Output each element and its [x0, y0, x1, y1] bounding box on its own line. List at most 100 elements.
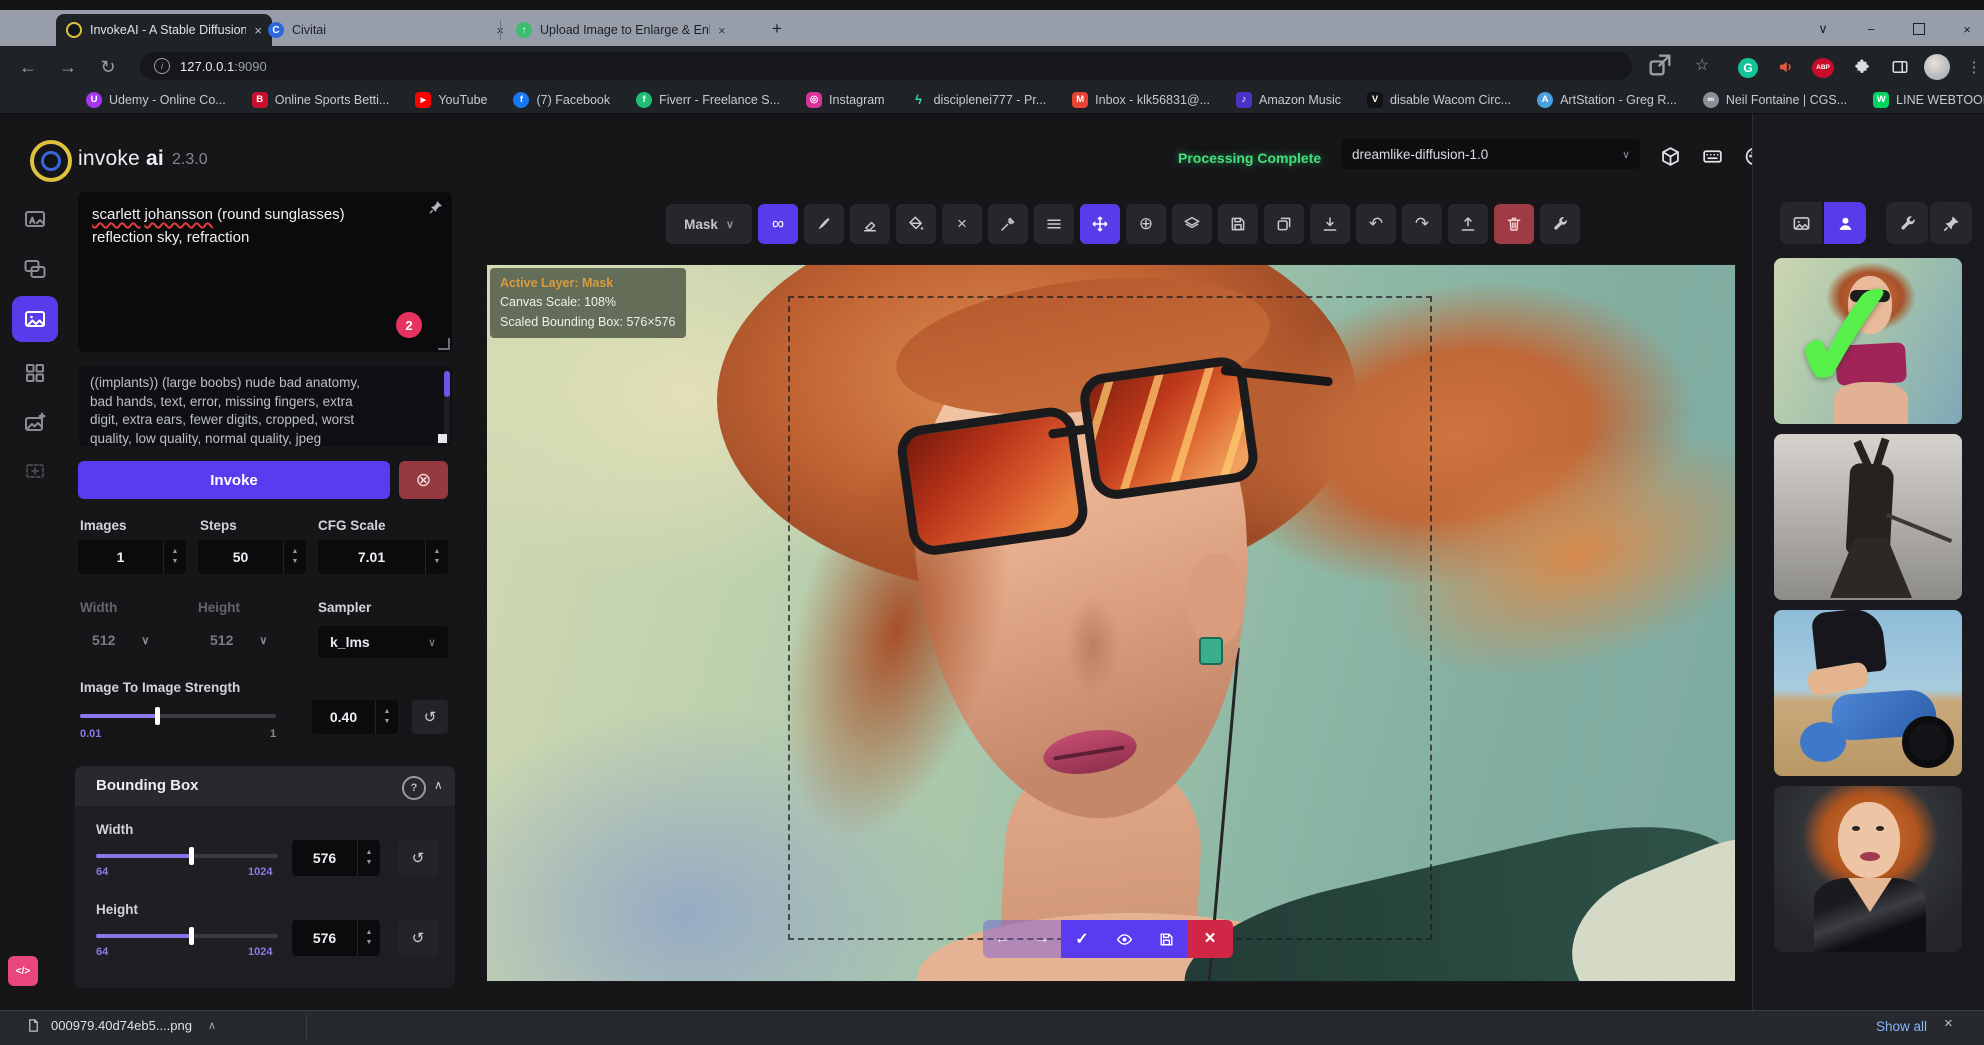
- sampler-select[interactable]: k_lms∨: [318, 626, 448, 658]
- step-down-icon[interactable]: ▼: [384, 717, 391, 727]
- reload-icon[interactable]: ↻: [94, 54, 122, 80]
- download-item[interactable]: 000979.40d74eb5....png ∧: [26, 1016, 216, 1035]
- step-down-icon[interactable]: ▼: [292, 557, 299, 567]
- extensions-puzzle-icon[interactable]: [1848, 54, 1876, 80]
- scrollbar-thumb[interactable]: [444, 371, 450, 397]
- tab-text-to-image[interactable]: [12, 196, 58, 242]
- forward-icon[interactable]: →: [54, 54, 82, 80]
- collapse-chevron-icon[interactable]: ∧: [434, 778, 443, 792]
- new-tab-button[interactable]: +: [760, 18, 794, 40]
- gallery-thumbnail-selected[interactable]: ✓: [1774, 258, 1962, 424]
- prompt-resize-handle[interactable]: [438, 338, 450, 350]
- bookmark-neil-fontaine[interactable]: ∞Neil Fontaine | CGS...: [1703, 92, 1847, 108]
- volume-extension-icon[interactable]: [1772, 54, 1800, 80]
- reset-view-button[interactable]: ⊕: [1126, 204, 1166, 244]
- bookmark-facebook[interactable]: f(7) Facebook: [513, 92, 610, 108]
- negative-resize-handle[interactable]: [438, 434, 447, 443]
- undo-button[interactable]: ↶: [1356, 204, 1396, 244]
- abp-extension-icon[interactable]: ABP: [1812, 58, 1834, 78]
- height-select[interactable]: 512∨: [210, 632, 267, 648]
- bbox-width-stepper[interactable]: ▲▼: [357, 840, 380, 876]
- clear-mask-button[interactable]: ×: [942, 204, 982, 244]
- bookmark-amazon-music[interactable]: ♪Amazon Music: [1236, 92, 1341, 108]
- profile-avatar[interactable]: [1924, 54, 1950, 80]
- share-icon[interactable]: [1646, 52, 1674, 78]
- images-input[interactable]: 1▲▼: [78, 540, 186, 574]
- bookmark-wacom[interactable]: Vdisable Wacom Circ...: [1367, 92, 1511, 108]
- tab-nodes[interactable]: [12, 350, 58, 396]
- strength-reset-button[interactable]: ↺: [412, 700, 448, 734]
- step-up-icon[interactable]: ▲: [384, 707, 391, 717]
- move-tool-button[interactable]: [1080, 204, 1120, 244]
- tab-post-processing[interactable]: [12, 400, 58, 446]
- next-image-button[interactable]: →: [1022, 920, 1061, 958]
- bbox-width-reset-button[interactable]: ↺: [398, 840, 438, 876]
- bbox-width-slider-thumb[interactable]: [189, 847, 194, 865]
- tab-image-to-image[interactable]: [12, 246, 58, 292]
- minimize-button[interactable]: −: [1854, 18, 1888, 40]
- color-picker-tool-button[interactable]: [988, 204, 1028, 244]
- strength-slider-thumb[interactable]: [155, 707, 160, 725]
- close-button[interactable]: ×: [1950, 18, 1984, 40]
- save-to-gallery-button[interactable]: [1218, 204, 1258, 244]
- bookmark-instagram[interactable]: ◎Instagram: [806, 92, 885, 108]
- grammarly-extension-icon[interactable]: G: [1738, 58, 1758, 78]
- upload-button[interactable]: [1448, 204, 1488, 244]
- copy-to-clipboard-button[interactable]: [1264, 204, 1304, 244]
- tab-invokeai[interactable]: InvokeAI - A Stable Diffusion Too ×: [56, 14, 272, 46]
- gallery-thumbnail[interactable]: [1774, 610, 1962, 776]
- gallery-settings-wrench-button[interactable]: [1886, 202, 1928, 244]
- restore-button[interactable]: [1902, 18, 1936, 40]
- bbox-width-input[interactable]: 576▲▼: [292, 840, 380, 876]
- bookmark-fiverr[interactable]: fFiverr - Freelance S...: [636, 92, 780, 108]
- mask-toggle-button[interactable]: ∞: [758, 204, 798, 244]
- bookmark-inbox[interactable]: MInbox - klk56831@...: [1072, 92, 1210, 108]
- model-select[interactable]: dreamlike-diffusion-1.0 ∨: [1342, 139, 1640, 169]
- step-up-icon[interactable]: ▲: [434, 547, 441, 557]
- images-stepper[interactable]: ▲▼: [163, 540, 186, 574]
- step-down-icon[interactable]: ▼: [434, 557, 441, 567]
- steps-stepper[interactable]: ▲▼: [283, 540, 306, 574]
- chevron-up-icon[interactable]: ∧: [208, 1019, 216, 1032]
- show-all-link[interactable]: Show all: [1876, 1019, 1927, 1034]
- bookmark-sports[interactable]: BOnline Sports Betti...: [252, 92, 390, 108]
- merge-layers-button[interactable]: [1172, 204, 1212, 244]
- gallery-thumbnail[interactable]: [1774, 786, 1962, 952]
- fill-tool-button[interactable]: [896, 204, 936, 244]
- steps-input[interactable]: 50▲▼: [198, 540, 306, 574]
- tab-close-icon[interactable]: ×: [718, 23, 726, 38]
- help-icon[interactable]: ?: [402, 776, 426, 800]
- bookmark-star-icon[interactable]: ☆: [1688, 52, 1716, 78]
- bbox-height-slider-thumb[interactable]: [189, 927, 194, 945]
- step-down-icon[interactable]: ▼: [366, 858, 373, 868]
- brush-tool-button[interactable]: [804, 204, 844, 244]
- show-hide-eye-button[interactable]: [1103, 920, 1145, 958]
- bookmark-webtoon[interactable]: WLINE WEBTOON - G...: [1873, 92, 1984, 108]
- step-down-icon[interactable]: ▼: [172, 557, 179, 567]
- back-icon[interactable]: ←: [14, 54, 42, 80]
- browser-menu-icon[interactable]: ⋮: [1960, 54, 1984, 80]
- pin-gallery-button[interactable]: [1930, 202, 1972, 244]
- site-info-icon[interactable]: i: [154, 58, 170, 74]
- bbox-height-reset-button[interactable]: ↺: [398, 920, 438, 956]
- step-down-icon[interactable]: ▼: [366, 938, 373, 948]
- bookmark-artstation[interactable]: AArtStation - Greg R...: [1537, 92, 1677, 108]
- titlebar-menu-icon[interactable]: ∨: [1806, 18, 1840, 40]
- bookmark-disciplenei[interactable]: ϟdisciplenei777 - Pr...: [911, 92, 1047, 108]
- eraser-tool-button[interactable]: [850, 204, 890, 244]
- gallery-results-toggle[interactable]: [1824, 202, 1866, 244]
- negative-prompt-textarea[interactable]: ((implants)) (large boobs) nude bad anat…: [78, 366, 452, 446]
- invoke-button[interactable]: Invoke: [78, 461, 390, 499]
- previous-image-button[interactable]: ←: [983, 920, 1022, 958]
- tab-civitai[interactable]: C Civitai ×: [258, 14, 514, 46]
- address-bar[interactable]: i 127.0.0.1:9090: [140, 52, 1632, 80]
- strength-input[interactable]: 0.40▲▼: [312, 700, 398, 734]
- tab-training[interactable]: [12, 448, 58, 494]
- canvas-settings-wrench-button[interactable]: [1540, 204, 1580, 244]
- console-toggle-button[interactable]: </>: [8, 956, 38, 986]
- canvas-bounding-box[interactable]: [788, 296, 1432, 940]
- step-up-icon[interactable]: ▲: [366, 928, 373, 938]
- sidebar-icon[interactable]: [1886, 54, 1914, 80]
- tab-unified-canvas[interactable]: [12, 296, 58, 342]
- brush-options-button[interactable]: [1034, 204, 1074, 244]
